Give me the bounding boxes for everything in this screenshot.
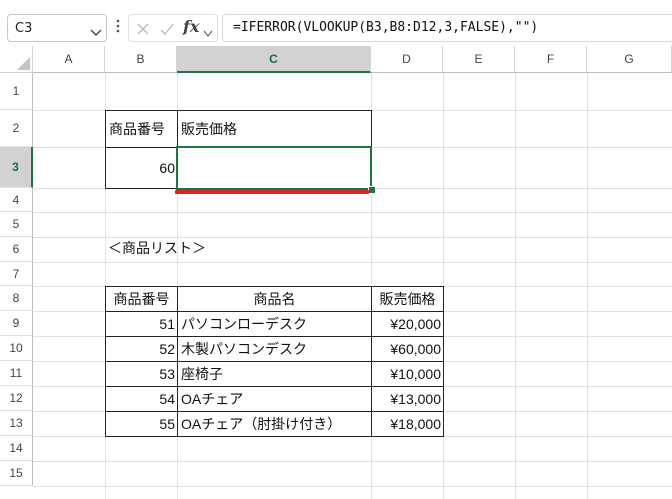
gridline bbox=[33, 262, 672, 263]
cell-b2-header[interactable]: 商品番号 bbox=[105, 110, 178, 148]
table-row-name[interactable]: OAチェア bbox=[177, 386, 372, 412]
table-row-name[interactable]: 木製パソコンデスク bbox=[177, 336, 372, 362]
fill-handle[interactable] bbox=[368, 186, 376, 194]
table-row-name[interactable]: 座椅子 bbox=[177, 361, 372, 387]
row-header-3[interactable]: 3 bbox=[0, 147, 33, 188]
column-header-d[interactable]: D bbox=[371, 46, 443, 73]
chevron-down-icon[interactable] bbox=[203, 23, 213, 42]
cell-c2-header[interactable]: 販売価格 bbox=[177, 110, 372, 148]
table-header-price[interactable]: 販売価格 bbox=[371, 286, 444, 312]
table-row-price[interactable]: ¥60,000 bbox=[371, 336, 444, 362]
row-header-12[interactable]: 12 bbox=[0, 386, 33, 411]
row-header-5[interactable]: 5 bbox=[0, 212, 33, 237]
row-header-7[interactable]: 7 bbox=[0, 262, 33, 286]
row-header-1[interactable]: 1 bbox=[0, 73, 33, 110]
table-row-price[interactable]: ¥18,000 bbox=[371, 411, 444, 437]
name-box[interactable]: C3 bbox=[7, 14, 107, 42]
active-cell-selection bbox=[176, 146, 372, 190]
chevron-down-icon[interactable] bbox=[90, 23, 102, 42]
table-row-code[interactable]: 51 bbox=[105, 311, 178, 337]
name-box-value[interactable]: C3 bbox=[15, 21, 32, 36]
cell-b3-code[interactable]: 60 bbox=[105, 147, 178, 189]
table-row-code[interactable]: 55 bbox=[105, 411, 178, 437]
row-header-11[interactable]: 11 bbox=[0, 361, 33, 386]
gridline bbox=[33, 486, 672, 487]
column-header-g[interactable]: G bbox=[587, 46, 672, 73]
table-row-code[interactable]: 54 bbox=[105, 386, 178, 412]
row-header-10[interactable]: 10 bbox=[0, 336, 33, 361]
row-header-15[interactable]: 15 bbox=[0, 461, 33, 486]
table-row-price[interactable]: ¥10,000 bbox=[371, 361, 444, 387]
column-header-c[interactable]: C bbox=[177, 46, 371, 73]
column-header-e[interactable]: E bbox=[443, 46, 515, 73]
insert-function-button[interactable]: fx bbox=[183, 17, 199, 36]
formula-text[interactable]: =IFERROR(VLOOKUP(B3,B8:D12,3,FALSE),"") bbox=[233, 20, 538, 35]
table-row-code[interactable]: 53 bbox=[105, 361, 178, 387]
select-all-corner[interactable] bbox=[0, 46, 33, 73]
table-row-price[interactable]: ¥20,000 bbox=[371, 311, 444, 337]
table-header-code[interactable]: 商品番号 bbox=[105, 286, 178, 312]
check-icon[interactable] bbox=[159, 21, 175, 41]
gridline bbox=[33, 461, 672, 462]
more-options-icon[interactable] bbox=[116, 18, 120, 37]
table-row-price[interactable]: ¥13,000 bbox=[371, 386, 444, 412]
column-header-f[interactable]: F bbox=[515, 46, 587, 73]
row-header-6[interactable]: 6 bbox=[0, 237, 33, 262]
column-header-b[interactable]: B bbox=[105, 46, 177, 73]
cell-b5-list-title[interactable]: ＜商品リスト＞ bbox=[105, 237, 255, 262]
formula-bar: C3 fx =IFERROR(VLOOKUP(B3,B8:D12,3,FALSE… bbox=[0, 0, 672, 52]
formula-buttons: fx bbox=[128, 14, 218, 42]
row-header-2[interactable]: 2 bbox=[0, 110, 33, 147]
close-icon[interactable] bbox=[135, 21, 151, 41]
table-row-code[interactable]: 52 bbox=[105, 336, 178, 362]
red-underline-annotation bbox=[175, 190, 369, 194]
formula-input[interactable]: =IFERROR(VLOOKUP(B3,B8:D12,3,FALSE),"") bbox=[222, 14, 672, 42]
row-header-4[interactable]: 4 bbox=[0, 188, 33, 212]
table-row-name[interactable]: パソコンローデスク bbox=[177, 311, 372, 337]
row-header-8[interactable]: 8 bbox=[0, 286, 33, 311]
column-header-a[interactable]: A bbox=[33, 46, 105, 73]
gridline bbox=[33, 212, 672, 213]
table-row-name[interactable]: OAチェア（肘掛け付き） bbox=[177, 411, 372, 437]
row-header-9[interactable]: 9 bbox=[0, 311, 33, 336]
row-header-13[interactable]: 13 bbox=[0, 411, 33, 436]
row-header-14[interactable]: 14 bbox=[0, 436, 33, 461]
table-header-name[interactable]: 商品名 bbox=[177, 286, 372, 312]
